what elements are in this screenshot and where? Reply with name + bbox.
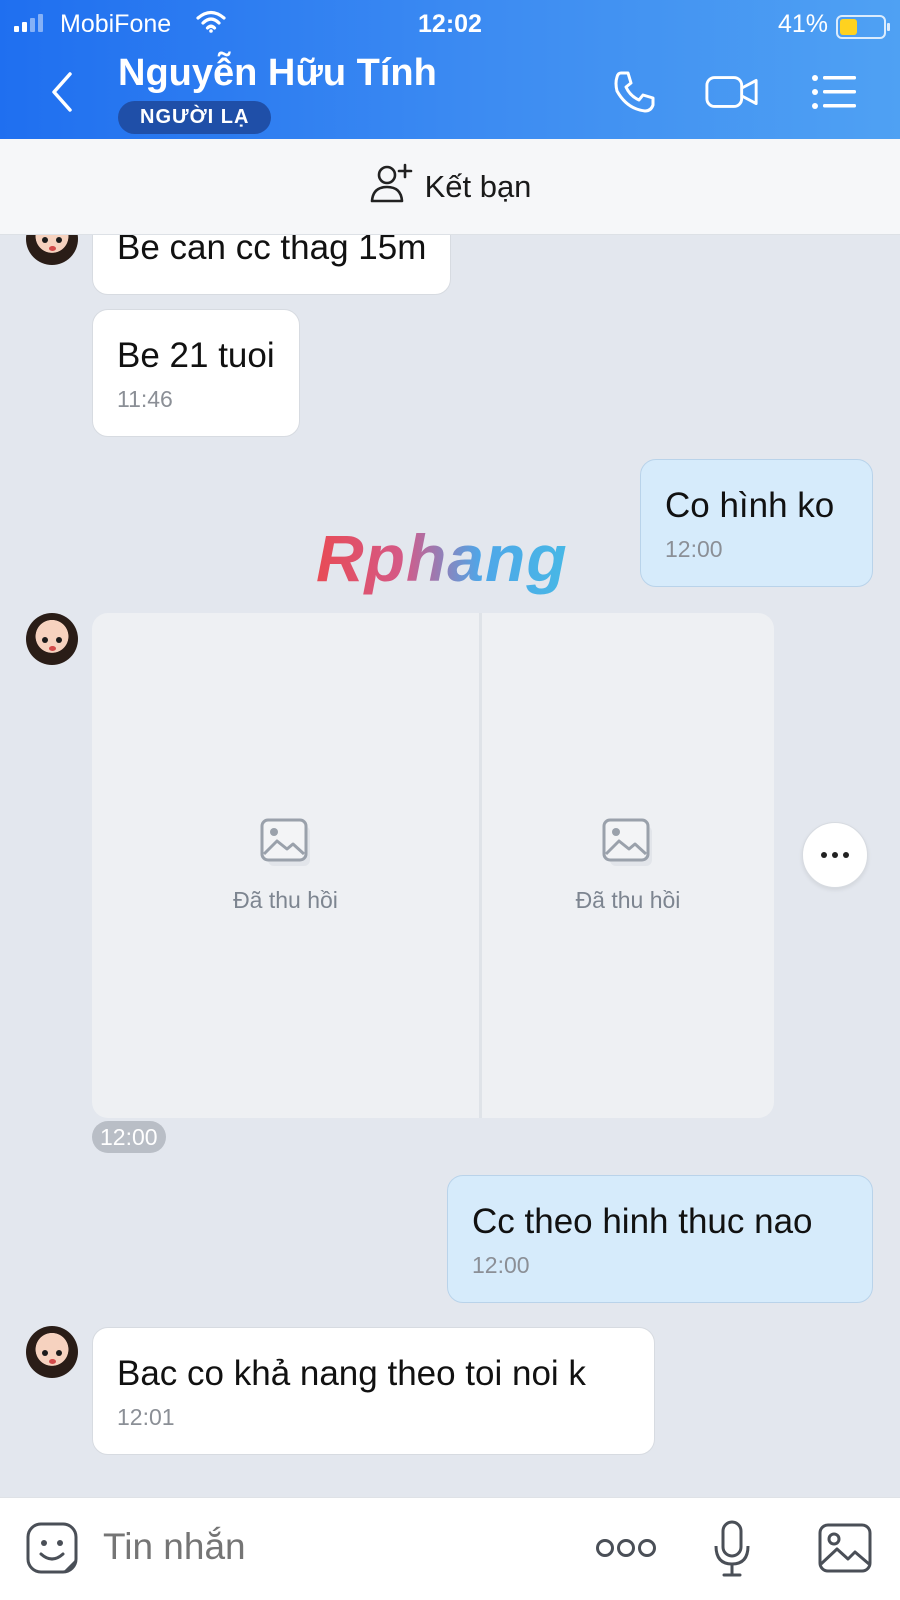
message-text: Bac co khả nang theo toi noi k	[117, 1354, 586, 1393]
message-text: Be 21 tuoi	[117, 336, 275, 375]
add-friend-button[interactable]: Kết bạn	[0, 139, 900, 235]
more-options-icon[interactable]	[594, 1532, 658, 1564]
message-bubble[interactable]: Be can cc thag 15m	[92, 235, 452, 295]
battery-icon	[836, 15, 890, 39]
recalled-label: Đã thu hồi	[233, 886, 338, 913]
phone-icon[interactable]	[606, 64, 662, 120]
more-options-button[interactable]	[802, 822, 868, 888]
status-time: 12:02	[418, 10, 482, 38]
contact-avatar[interactable]	[26, 235, 78, 265]
message-time: 11:46	[117, 386, 173, 412]
back-arrow-icon[interactable]	[44, 70, 84, 114]
gallery-icon[interactable]	[816, 1520, 874, 1576]
message-text: Co hình ko	[665, 486, 835, 525]
recalled-photo-album[interactable]: Đã thu hồi Đã thu hồi	[92, 613, 774, 1118]
contact-avatar[interactable]	[26, 613, 78, 665]
contact-name[interactable]: Nguyễn Hữu Tính	[118, 52, 437, 95]
watermark-logo: Rphang	[316, 521, 568, 595]
stranger-badge: NGƯỜI LẠ	[118, 101, 272, 134]
image-placeholder-icon	[602, 818, 654, 873]
message-time: 12:00	[665, 536, 723, 562]
battery-percent: 41%	[777, 10, 828, 38]
message-bubble[interactable]: Be 21 tuoi 11:46	[92, 309, 300, 437]
message-time: 12:01	[117, 1404, 175, 1430]
message-time: 12:00	[92, 1121, 166, 1153]
add-friend-label: Kết bạn	[424, 168, 532, 204]
microphone-icon[interactable]	[712, 1518, 752, 1580]
my-message-bubble[interactable]: Cc theo hinh thuc nao 12:00	[447, 1175, 873, 1303]
video-call-icon[interactable]	[704, 64, 760, 120]
contact-avatar[interactable]	[26, 1326, 78, 1378]
message-input[interactable]	[103, 1526, 543, 1568]
my-message-bubble[interactable]: Co hình ko 12:00	[640, 459, 873, 587]
message-bubble[interactable]: Bac co khả nang theo toi noi k 12:01	[92, 1327, 655, 1455]
chat-header: MobiFone 12:02 41% Nguyễn Hữu Tính NGƯỜI…	[0, 0, 900, 139]
image-placeholder-icon	[260, 818, 312, 873]
message-text: Cc theo hinh thuc nao	[472, 1202, 813, 1241]
sticker-icon[interactable]	[24, 1520, 80, 1576]
message-time: 12:00	[472, 1252, 530, 1278]
message-text: Be can cc thag 15m	[117, 235, 427, 267]
status-bar: MobiFone 12:02 41%	[0, 6, 900, 40]
message-list[interactable]: Be can cc thag 15m Be 21 tuoi 11:46 Co h…	[0, 235, 900, 1497]
menu-list-icon[interactable]	[806, 64, 862, 120]
battery-fill	[840, 19, 857, 35]
add-friend-icon	[369, 163, 413, 211]
recalled-label: Đã thu hồi	[575, 886, 681, 913]
message-input-bar	[0, 1497, 900, 1600]
recalled-photo[interactable]: Đã thu hồi	[482, 613, 774, 1118]
recalled-photo[interactable]: Đã thu hồi	[92, 613, 482, 1118]
